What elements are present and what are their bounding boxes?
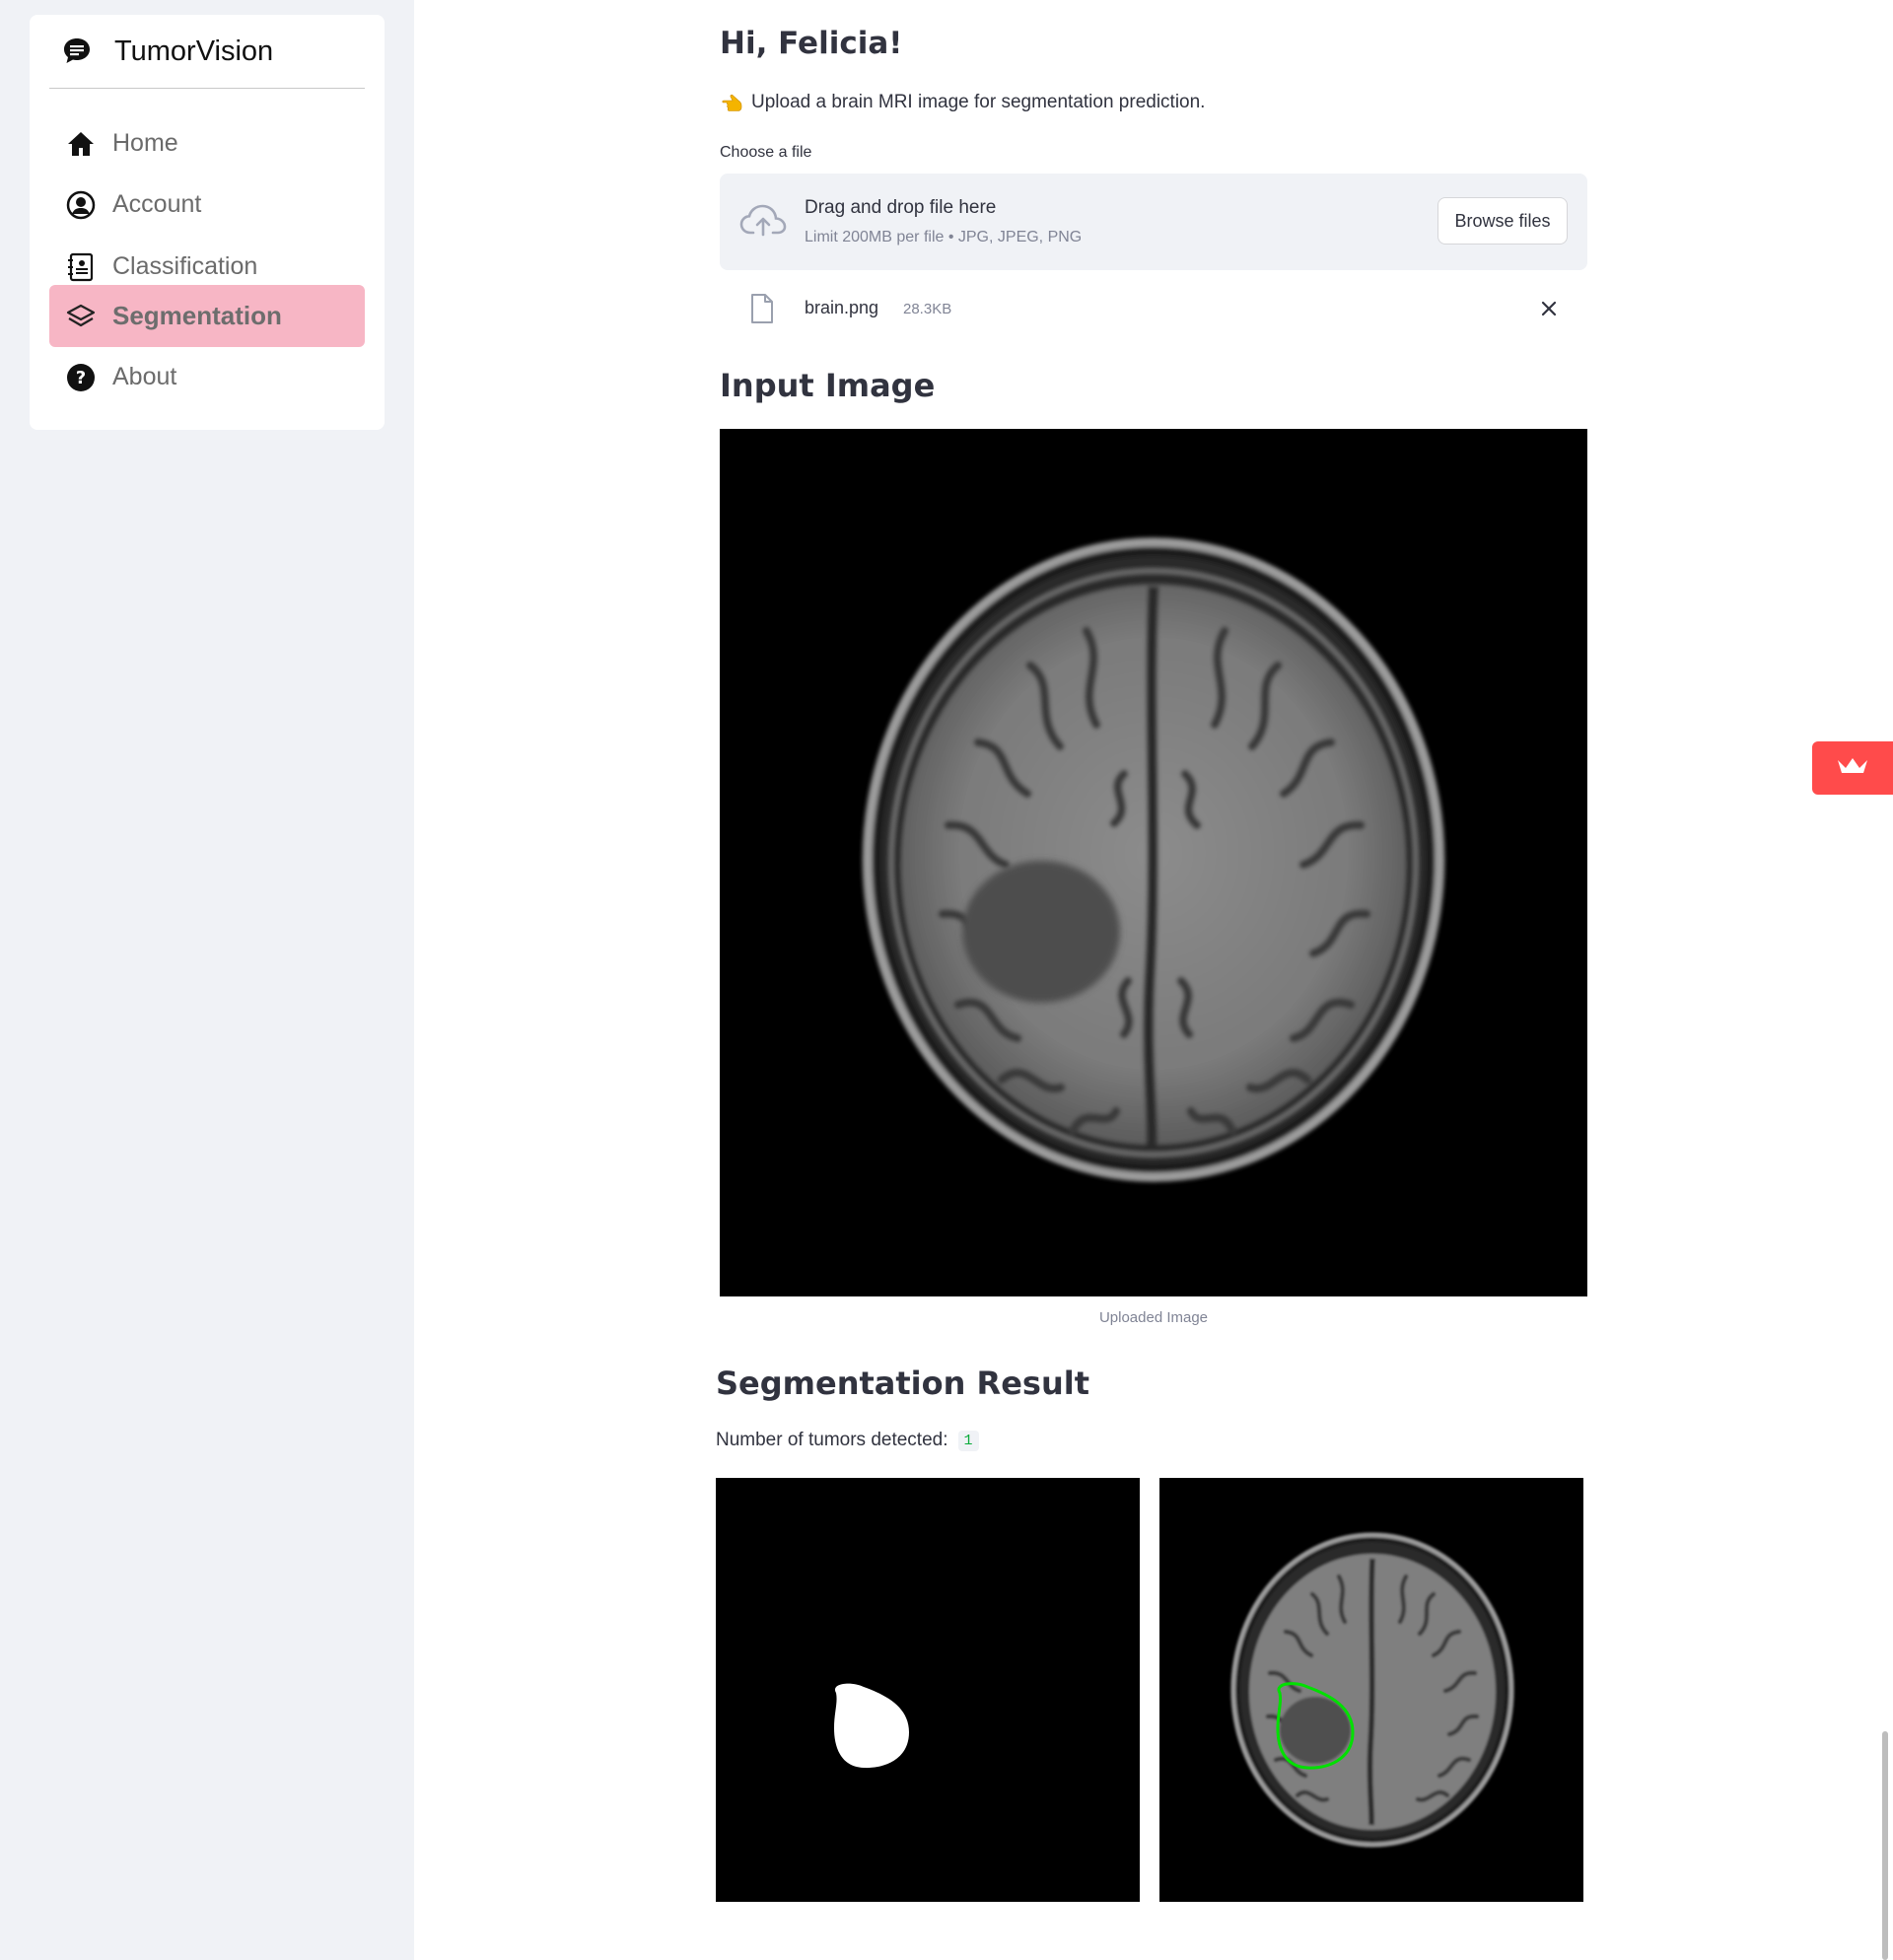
- user-circle-icon: [66, 190, 96, 220]
- app-brand: TumorVision: [114, 35, 274, 67]
- crown-icon-button[interactable]: [1812, 741, 1893, 795]
- chat-bubble-icon: [61, 35, 93, 67]
- segmentation-result-heading: Segmentation Result: [716, 1365, 1089, 1402]
- sidebar-item-account[interactable]: Account: [49, 174, 365, 236]
- file-size: 28.3KB: [903, 301, 952, 317]
- sidebar-item-home[interactable]: Home: [49, 112, 365, 175]
- sidebar-item-about[interactable]: ? About: [49, 346, 365, 408]
- sidebar-item-label: Account: [112, 190, 202, 218]
- instruction-text: Upload a brain MRI image for segmentatio…: [722, 92, 1205, 113]
- sidebar-item-label: Classification: [112, 252, 258, 280]
- cloud-upload-icon: [739, 201, 787, 241]
- file-dropzone[interactable]: Drag and drop file here Limit 200MB per …: [720, 174, 1587, 270]
- dropzone-limit: Limit 200MB per file • JPG, JPEG, PNG: [805, 229, 1083, 245]
- sidebar: TumorVision Home Account Classification …: [0, 0, 414, 1960]
- browse-files-button[interactable]: Browse files: [1437, 197, 1568, 245]
- uploader-label: Choose a file: [720, 144, 812, 161]
- layers-icon: [66, 302, 96, 331]
- page-title: Hi, Felicia!: [720, 26, 903, 61]
- pointing-hand-icon: [722, 93, 745, 112]
- input-image-heading: Input Image: [720, 367, 936, 404]
- nav-header: TumorVision: [49, 15, 365, 89]
- close-icon[interactable]: [1538, 298, 1560, 319]
- nav-menu: TumorVision Home Account Classification …: [30, 15, 385, 430]
- crown-icon: [1836, 755, 1869, 782]
- file-name: brain.png: [805, 298, 879, 317]
- tumor-count-value: 1: [957, 1430, 979, 1451]
- sidebar-item-label: Home: [112, 129, 178, 157]
- sidebar-item-label: About: [112, 363, 177, 390]
- sidebar-item-segmentation[interactable]: Segmentation: [49, 285, 365, 347]
- contact-list-icon: [66, 252, 96, 282]
- input-image-caption: Uploaded Image: [1098, 1309, 1209, 1326]
- instruction-label: Upload a brain MRI image for segmentatio…: [751, 92, 1206, 112]
- tumor-count-label: Number of tumors detected:: [716, 1430, 948, 1450]
- svg-text:?: ?: [76, 368, 86, 388]
- file-icon: [749, 293, 775, 324]
- uploaded-file-row: brain.png 28.3KB: [720, 288, 1587, 329]
- house-icon: [66, 129, 96, 159]
- input-mri-image: [720, 429, 1587, 1296]
- dropzone-title: Drag and drop file here: [805, 197, 997, 218]
- segmentation-mask-image: [716, 1478, 1140, 1902]
- segmentation-overlay-image: [1159, 1478, 1583, 1902]
- question-circle-icon: ?: [66, 363, 96, 392]
- main-content: Hi, Felicia! Upload a brain MRI image fo…: [414, 0, 1893, 1960]
- sidebar-item-label: Segmentation: [112, 301, 282, 330]
- tumor-count-row: Number of tumors detected: 1: [716, 1430, 979, 1451]
- scrollbar-thumb[interactable]: [1882, 1731, 1888, 1960]
